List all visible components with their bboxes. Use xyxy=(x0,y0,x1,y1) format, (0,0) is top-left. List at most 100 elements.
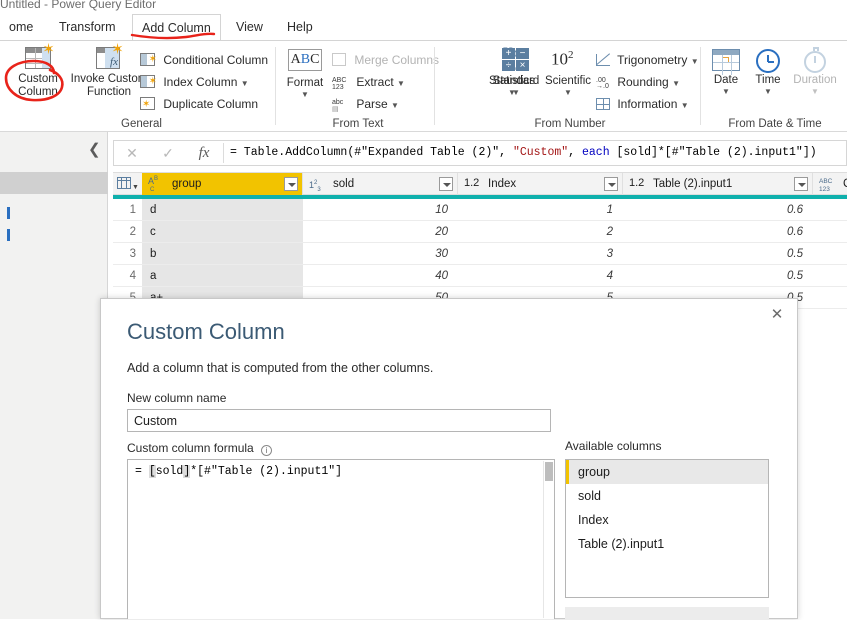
dialog-footer-strip xyxy=(565,607,769,620)
standard-chevron-down-icon[interactable]: ▼ xyxy=(490,88,542,97)
formula-segment: = Table.AddColumn(#"Expanded Table (2)", xyxy=(230,146,513,159)
scientific-button[interactable]: 102 Scientific ▼ xyxy=(541,47,595,97)
duration-chevron-down-icon: ▼ xyxy=(811,87,819,96)
trigonometry-button[interactable]: Trigonometry ▼ xyxy=(596,50,699,71)
tab-view[interactable]: View xyxy=(227,14,272,40)
table-cell[interactable]: 2 xyxy=(458,221,623,243)
table-cell[interactable]: 20 xyxy=(303,221,458,243)
rounding-chevron-down-icon[interactable]: ▼ xyxy=(672,79,680,88)
scientific-chevron-down-icon[interactable]: ▼ xyxy=(541,88,595,97)
group-title-from-number: From Number xyxy=(534,118,606,130)
merge-columns-label: Merge Columns xyxy=(354,53,440,67)
available-column-item[interactable]: Table (2).input1 xyxy=(566,532,768,556)
column-header[interactable]: ABC123 Custom xyxy=(813,173,847,195)
standard-button-real[interactable]: + − ÷ × Standard ▼ xyxy=(490,47,542,97)
conditional-column-button[interactable]: ✶ Conditional Column xyxy=(140,50,268,71)
extract-chevron-down-icon[interactable]: ▼ xyxy=(397,79,405,88)
date-button[interactable]: Date ▼ xyxy=(706,47,746,96)
column-header-label: sold xyxy=(333,178,355,190)
invoke-custom-function-label-1: Invoke Custom xyxy=(70,73,148,85)
table-cell[interactable]: 4 xyxy=(458,265,623,287)
table-cell[interactable] xyxy=(813,243,847,265)
table-cell[interactable]: 1 xyxy=(458,199,623,221)
table-cell[interactable]: 0.5 xyxy=(623,243,813,265)
table-cell[interactable]: 10 xyxy=(303,199,458,221)
duplicate-column-button[interactable]: ✶ Duplicate Column xyxy=(140,94,258,115)
formula-bar-text[interactable]: = Table.AddColumn(#"Expanded Table (2)",… xyxy=(230,141,844,165)
formula-cancel-icon[interactable]: ✕ xyxy=(114,141,150,165)
table-cell[interactable]: c xyxy=(142,221,303,243)
data-grid-header: ▼ AB C group 123 sold 1.2 Index 1.2 Table (2).in… xyxy=(113,172,847,195)
table-cell[interactable] xyxy=(813,265,847,287)
ribbon-tab-strip: ome Transform Add Column View Help xyxy=(0,14,847,41)
column-filter-chevron-down-icon[interactable] xyxy=(794,177,808,191)
new-column-name-input[interactable] xyxy=(127,409,551,432)
information-chevron-down-icon[interactable]: ▼ xyxy=(681,101,689,110)
info-icon[interactable]: i xyxy=(261,445,272,456)
table-cell[interactable]: d xyxy=(142,199,303,221)
row-number[interactable]: 2 xyxy=(113,221,142,243)
collapse-queries-chevron-left-icon[interactable]: ❮ xyxy=(88,140,101,158)
parse-button[interactable]: abc ▤ Parse ▼ xyxy=(332,94,399,115)
available-column-item[interactable]: group xyxy=(566,460,768,484)
formula-editor-scroll-thumb[interactable] xyxy=(545,462,553,481)
table-cell[interactable]: 30 xyxy=(303,243,458,265)
formula-segment: = xyxy=(135,465,149,478)
close-icon[interactable]: ✕ xyxy=(767,305,787,325)
table-cell[interactable]: 0.5 xyxy=(623,265,813,287)
extract-label: Extract xyxy=(356,75,394,89)
tab-transform[interactable]: Transform xyxy=(50,14,125,40)
table-cell[interactable]: a xyxy=(142,265,303,287)
column-filter-chevron-down-icon[interactable] xyxy=(439,177,453,191)
table-cell[interactable] xyxy=(813,287,847,309)
query-list-selected-row[interactable] xyxy=(0,172,108,194)
group-divider xyxy=(275,47,276,125)
column-header[interactable]: 123 sold xyxy=(303,173,458,195)
column-filter-chevron-down-icon[interactable] xyxy=(284,177,298,191)
table-cell[interactable] xyxy=(813,221,847,243)
formula-accept-icon[interactable]: ✓ xyxy=(150,141,186,165)
column-header-label: Custom xyxy=(843,173,847,195)
format-button[interactable]: ABC Format ▼ xyxy=(282,47,328,99)
table-cell[interactable]: 3 xyxy=(458,243,623,265)
custom-column-formula-editor[interactable]: = [sold]*[#"Table (2).input1"] xyxy=(127,459,555,619)
format-chevron-down-icon[interactable]: ▼ xyxy=(282,90,328,99)
select-all-table-icon[interactable]: ▼ xyxy=(117,176,139,192)
column-header[interactable]: AB C group xyxy=(142,173,303,195)
extract-button[interactable]: ABC 123 Extract ▼ xyxy=(332,72,405,93)
available-column-item[interactable]: Index xyxy=(566,508,768,532)
available-columns-list[interactable]: group sold Index Table (2).input1 xyxy=(565,459,769,598)
column-header[interactable]: 1.2 Index xyxy=(458,173,623,195)
time-chevron-down-icon[interactable]: ▼ xyxy=(748,87,788,96)
row-number[interactable]: 3 xyxy=(113,243,142,265)
row-number[interactable]: 4 xyxy=(113,265,142,287)
table-cell[interactable]: 0.6 xyxy=(623,199,813,221)
clock-icon xyxy=(756,49,780,73)
row-number[interactable]: 1 xyxy=(113,199,142,221)
date-chevron-down-icon[interactable]: ▼ xyxy=(706,87,746,96)
table-cell[interactable]: 0.6 xyxy=(623,221,813,243)
tab-help[interactable]: Help xyxy=(278,14,322,40)
parse-chevron-down-icon[interactable]: ▼ xyxy=(391,101,399,110)
available-column-item[interactable]: sold xyxy=(566,484,768,508)
tab-home[interactable]: ome xyxy=(0,14,42,40)
invoke-custom-function-button[interactable]: fx ✶ Invoke Custom Function xyxy=(68,42,150,99)
column-header[interactable]: 1.2 Table (2).input1 xyxy=(623,173,813,195)
table-cell[interactable]: b xyxy=(142,243,303,265)
formula-editor-scrollbar[interactable] xyxy=(543,461,553,618)
time-button[interactable]: Time ▼ xyxy=(748,47,788,96)
tab-add-column[interactable]: Add Column xyxy=(132,14,221,41)
custom-column-button[interactable]: ✶ Custom Column xyxy=(8,42,68,99)
rounding-button[interactable]: .00 →.0 Rounding ▼ xyxy=(596,72,680,93)
index-column-button[interactable]: ✶ Index Column ▼ xyxy=(140,72,249,93)
fx-icon[interactable]: fx xyxy=(186,141,222,165)
table-cell[interactable] xyxy=(813,199,847,221)
duplicate-column-icon: ✶ xyxy=(140,97,155,110)
table-cell[interactable]: 40 xyxy=(303,265,458,287)
group-title-from-text: From Text xyxy=(332,118,384,130)
scientific-icon: 102 xyxy=(551,49,574,70)
index-column-chevron-down-icon[interactable]: ▼ xyxy=(241,79,249,88)
column-filter-chevron-down-icon[interactable] xyxy=(604,177,618,191)
information-button[interactable]: Information ▼ xyxy=(596,94,689,115)
trigonometry-chevron-down-icon[interactable]: ▼ xyxy=(691,57,699,66)
